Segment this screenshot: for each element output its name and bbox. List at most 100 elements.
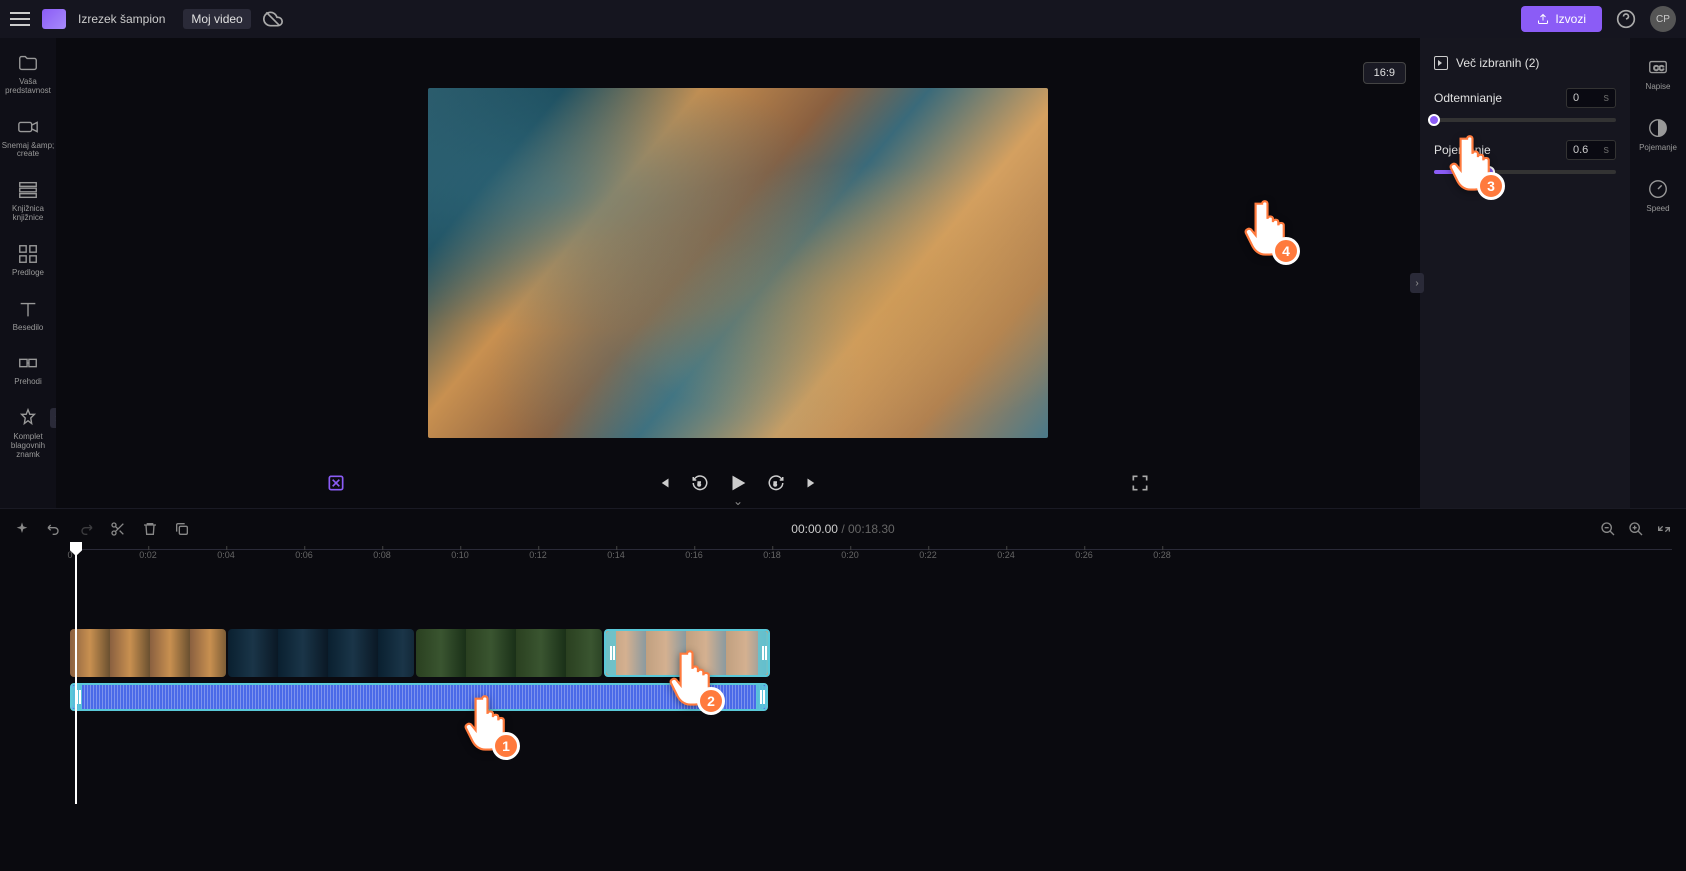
- captions-tab[interactable]: CC Napise: [1646, 56, 1671, 91]
- grid-icon: [17, 243, 39, 265]
- camera-icon: [17, 116, 39, 138]
- fade-in-property: Odtemnianje 0 s: [1434, 88, 1616, 122]
- nav-your-media[interactable]: Vaša predstavnost: [0, 52, 56, 96]
- video-clip-1[interactable]: [70, 629, 226, 677]
- fit-zoom-icon[interactable]: [1656, 521, 1672, 537]
- preview-container: [56, 38, 1420, 458]
- video-clip-4-selected[interactable]: [604, 629, 770, 677]
- play-icon[interactable]: [727, 472, 749, 494]
- undo-icon[interactable]: [46, 521, 62, 537]
- waveform: [72, 685, 766, 709]
- main-area: Vaša predstavnost Snemaj &amp; create Kn…: [0, 38, 1686, 508]
- collapse-timeline-icon[interactable]: ⌄: [733, 494, 743, 508]
- export-label: Izvozi: [1555, 12, 1586, 26]
- video-clip-2[interactable]: [228, 629, 414, 677]
- aspect-ratio-button[interactable]: 16:9: [1363, 62, 1406, 84]
- slider-thumb[interactable]: [1483, 166, 1495, 178]
- skip-start-icon[interactable]: [655, 474, 673, 492]
- properties-panel: › Več izbranih (2) Odtemnianje 0 s Pojem…: [1420, 38, 1630, 508]
- ruler-tick: 0:18: [763, 550, 781, 560]
- expand-properties-button[interactable]: ›: [1410, 273, 1424, 293]
- fade-in-label: Odtemnianje: [1434, 91, 1502, 105]
- cloud-sync-icon[interactable]: [263, 9, 283, 29]
- nav-transitions[interactable]: Prehodi: [14, 352, 42, 387]
- rewind-icon[interactable]: 5: [691, 474, 709, 492]
- forward-icon[interactable]: 5: [767, 474, 785, 492]
- fade-out-input[interactable]: 0.6 s: [1566, 140, 1616, 160]
- nav-label: Besedilo: [13, 324, 44, 333]
- video-clip-3[interactable]: [416, 629, 602, 677]
- timeline-toolbar: 00:00.00 / 00:18.30: [0, 509, 1686, 549]
- speedometer-icon: [1647, 178, 1669, 200]
- export-button[interactable]: Izvozi: [1521, 6, 1602, 32]
- clip-trim-right[interactable]: [758, 631, 768, 675]
- nav-record[interactable]: Snemaj &amp; create: [0, 116, 56, 160]
- timeline-zoom: [1600, 521, 1672, 537]
- skip-end-icon[interactable]: [803, 474, 821, 492]
- ruler-tick: 0:02: [139, 550, 157, 560]
- nav-text[interactable]: Besedilo: [13, 298, 44, 333]
- svg-text:5: 5: [698, 482, 701, 488]
- zoom-out-icon[interactable]: [1600, 521, 1616, 537]
- nav-label: Predloge: [12, 269, 44, 278]
- audio-trim-right[interactable]: [756, 685, 766, 709]
- ruler-tick: 0:08: [373, 550, 391, 560]
- nav-label: Komplet blagovnih znamk: [0, 433, 56, 459]
- magic-tool-icon[interactable]: [326, 473, 346, 493]
- fade-out-value: 0.6: [1573, 144, 1588, 156]
- fullscreen-icon[interactable]: [1130, 473, 1150, 493]
- nav-label: Prehodi: [14, 378, 42, 387]
- fade-out-slider[interactable]: [1434, 170, 1616, 174]
- nav-library[interactable]: Knjižnica knjižnice: [0, 179, 56, 223]
- selection-header: Več izbranih (2): [1434, 56, 1616, 70]
- selection-label: Več izbranih (2): [1456, 56, 1539, 70]
- clip-trim-left[interactable]: [606, 631, 616, 675]
- nav-label: Vaša predstavnost: [0, 78, 56, 96]
- audio-clip-selected[interactable]: [70, 683, 768, 711]
- timeline-timecode: 00:00.00 / 00:18.30: [791, 522, 894, 536]
- duplicate-icon[interactable]: [174, 521, 190, 537]
- upload-icon: [1537, 13, 1549, 25]
- zoom-in-icon[interactable]: [1628, 521, 1644, 537]
- video-clip-icon: [1434, 56, 1448, 70]
- speed-tab[interactable]: Speed: [1646, 178, 1669, 213]
- fade-out-unit: s: [1604, 144, 1610, 156]
- audio-trim-left[interactable]: [72, 685, 82, 709]
- fade-out-label: Pojemanje: [1434, 143, 1491, 157]
- total-duration: 00:18.30: [848, 522, 895, 536]
- slider-thumb[interactable]: [1428, 114, 1440, 126]
- user-avatar[interactable]: CP: [1650, 6, 1676, 32]
- fade-tab[interactable]: Pojemanje: [1639, 117, 1677, 152]
- ruler-tick: 0:06: [295, 550, 313, 560]
- trash-icon[interactable]: [142, 521, 158, 537]
- project-name-input[interactable]: Moj video: [183, 9, 250, 29]
- video-preview[interactable]: [428, 88, 1048, 438]
- sparkle-icon[interactable]: [14, 521, 30, 537]
- nav-brand-kit[interactable]: Komplet blagovnih znamk: [0, 407, 56, 459]
- breadcrumb[interactable]: Izrezek šampion: [78, 12, 165, 26]
- app-logo[interactable]: [42, 9, 66, 29]
- redo-icon[interactable]: [78, 521, 94, 537]
- left-sidebar: Vaša predstavnost Snemaj &amp; create Kn…: [0, 38, 56, 508]
- ruler-tick: 0:26: [1075, 550, 1093, 560]
- ruler-tick: 0:04: [217, 550, 235, 560]
- help-icon[interactable]: [1616, 9, 1636, 29]
- video-track: [70, 629, 1672, 677]
- right-toolbar: CC Napise Pojemanje Speed: [1630, 38, 1686, 508]
- transition-icon: [17, 352, 39, 374]
- captions-label: Napise: [1646, 82, 1671, 91]
- ruler-tick: 0:20: [841, 550, 859, 560]
- fade-in-input[interactable]: 0 s: [1566, 88, 1616, 108]
- timeline-tools: [14, 521, 190, 537]
- ruler-tick: 0:12: [529, 550, 547, 560]
- current-time: 00:00.00: [791, 522, 838, 536]
- ruler-tick: 0:10: [451, 550, 469, 560]
- fade-in-slider[interactable]: [1434, 118, 1616, 122]
- fade-icon: [1647, 117, 1669, 139]
- scissors-icon[interactable]: [110, 521, 126, 537]
- menu-icon[interactable]: [10, 12, 30, 26]
- timeline-ruler[interactable]: 00:020:040:060:080:100:120:140:160:180:2…: [70, 549, 1672, 569]
- svg-text:5: 5: [774, 482, 777, 488]
- nav-templates[interactable]: Predloge: [12, 243, 44, 278]
- playhead-line: [75, 554, 77, 804]
